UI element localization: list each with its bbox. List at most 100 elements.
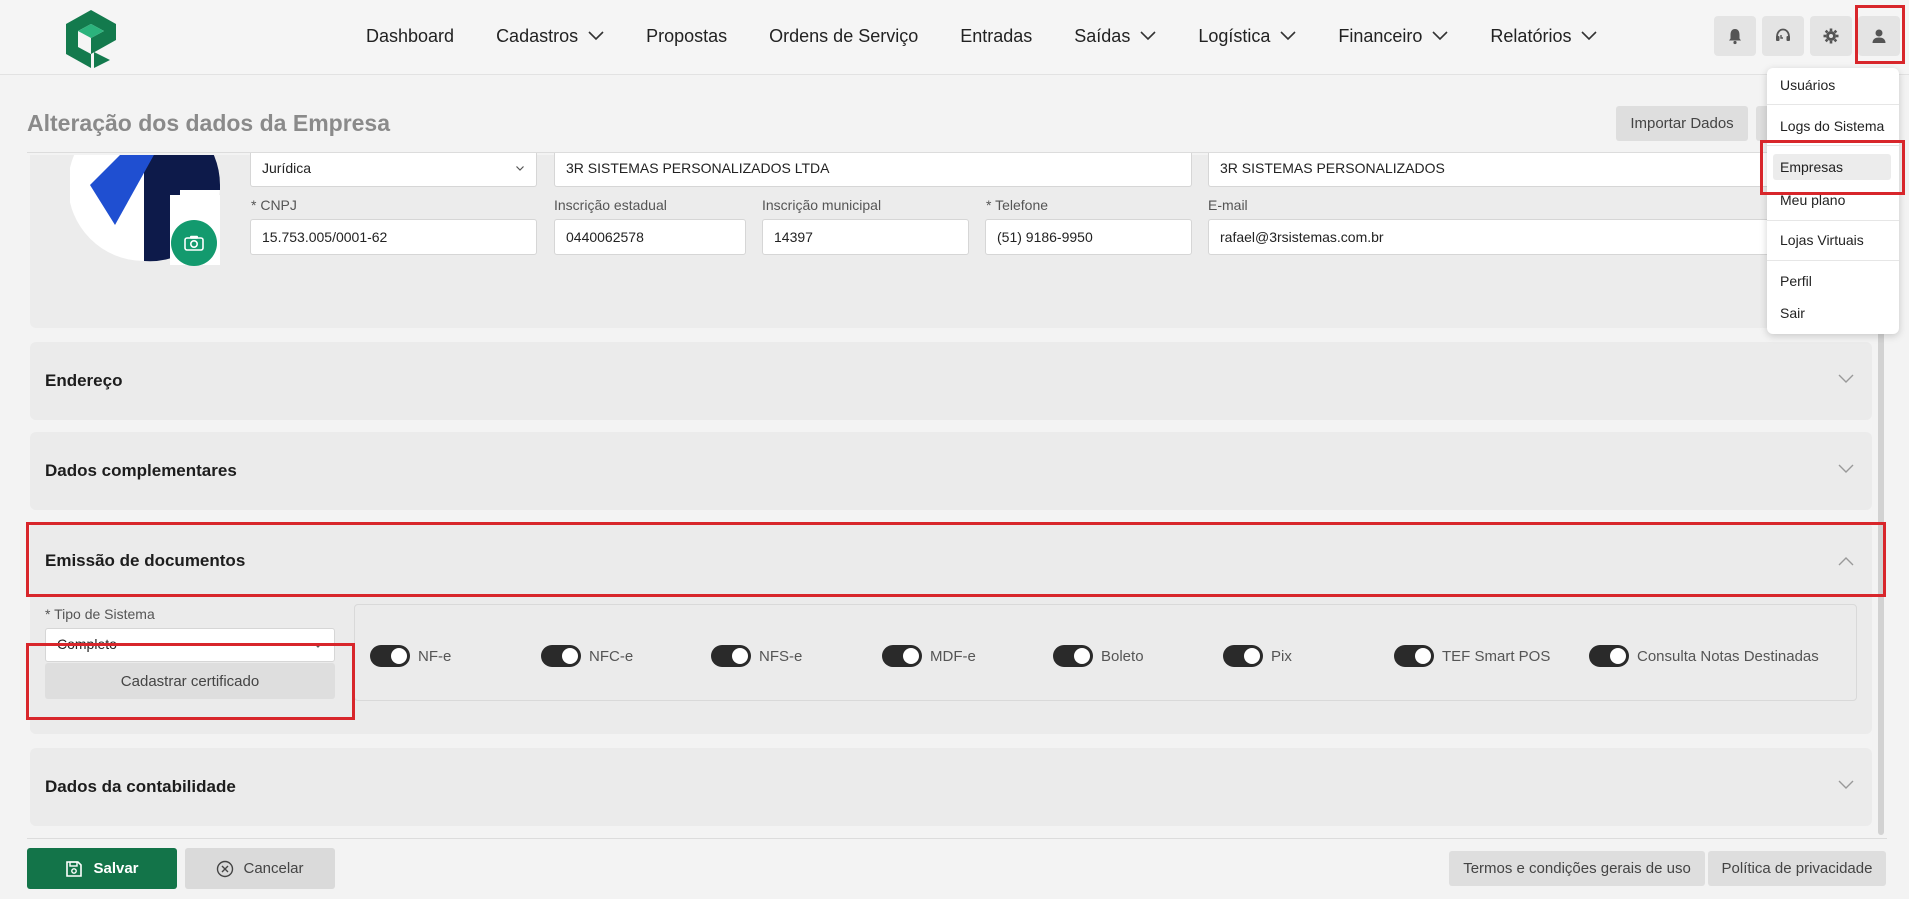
nav-dashboard[interactable]: Dashboard xyxy=(366,26,454,47)
menu-divider xyxy=(1767,260,1899,261)
menu-item-sair[interactable]: Sair xyxy=(1767,300,1899,326)
button-label: Cancelar xyxy=(243,860,304,877)
nav-relatorios[interactable]: Relatórios xyxy=(1490,26,1598,47)
accordion-dados-complementares[interactable]: Dados complementares xyxy=(30,432,1872,510)
company-logo[interactable] xyxy=(64,10,118,68)
menu-divider xyxy=(1767,145,1899,146)
switch-control[interactable] xyxy=(711,645,751,667)
chevron-down-icon xyxy=(588,31,604,41)
input-value: 14397 xyxy=(774,229,813,245)
cancel-button[interactable]: Cancelar xyxy=(185,848,335,889)
menu-item-usuarios[interactable]: Usuários xyxy=(1767,72,1899,98)
phone-input[interactable]: (51) 9186-9950 xyxy=(985,219,1192,255)
chevron-up-icon xyxy=(1838,557,1854,566)
razao-social-input[interactable]: 3R SISTEMAS PERSONALIZADOS LTDA xyxy=(554,153,1192,187)
change-photo-button[interactable] xyxy=(171,220,217,266)
save-icon xyxy=(66,860,83,877)
toggle-boleto[interactable]: Boleto xyxy=(1053,645,1144,667)
nav-saidas[interactable]: Saídas xyxy=(1074,26,1156,47)
toggle-nfse[interactable]: NFS-e xyxy=(711,645,802,667)
user-menu-button[interactable] xyxy=(1858,16,1900,56)
menu-item-perfil[interactable]: Perfil xyxy=(1767,268,1899,294)
toggle-label: Boleto xyxy=(1101,647,1144,665)
nav-logistica[interactable]: Logística xyxy=(1198,26,1296,47)
toggle-label: NFC-e xyxy=(589,647,634,665)
toggle-label: Consulta Notas Destinadas xyxy=(1637,647,1819,665)
toggle-label: Pix xyxy=(1271,647,1292,665)
switch-control[interactable] xyxy=(1394,645,1434,667)
chevron-down-icon xyxy=(1432,31,1448,41)
im-label: Inscrição municipal xyxy=(762,197,882,213)
accordion-endereco[interactable]: Endereço xyxy=(30,342,1872,420)
camera-icon xyxy=(184,235,204,251)
nav-label: Financeiro xyxy=(1338,25,1423,46)
nav-entradas[interactable]: Entradas xyxy=(960,26,1032,47)
toggle-label: TEF Smart POS xyxy=(1442,647,1551,665)
select-value: Jurídica xyxy=(262,160,312,176)
menu-item-lojas-virtuais[interactable]: Lojas Virtuais xyxy=(1767,227,1899,253)
switch-control[interactable] xyxy=(1223,645,1263,667)
im-input[interactable]: 14397 xyxy=(762,219,969,255)
input-value: 3R SISTEMAS PERSONALIZADOS LTDA xyxy=(566,160,830,176)
nav-label: Logística xyxy=(1198,25,1271,46)
section-title: Endereço xyxy=(45,371,123,390)
support-button[interactable] xyxy=(1762,16,1804,56)
toggle-consulta-notas[interactable]: Consulta Notas Destinadas xyxy=(1589,645,1819,667)
nav-cadastros[interactable]: Cadastros xyxy=(496,26,604,47)
accordion-dados-contabilidade[interactable]: Dados da contabilidade xyxy=(30,748,1872,826)
nav-propostas[interactable]: Propostas xyxy=(646,26,727,47)
settings-button[interactable] xyxy=(1810,16,1852,56)
privacy-link[interactable]: Política de privacidade xyxy=(1708,851,1886,886)
save-button[interactable]: Salvar xyxy=(27,848,177,889)
nav-label: Ordens de Serviço xyxy=(769,25,919,46)
switch-control[interactable] xyxy=(1053,645,1093,667)
input-value: (51) 9186-9950 xyxy=(997,229,1093,245)
toggle-nfe[interactable]: NF-e xyxy=(370,645,451,667)
toggle-label: NFS-e xyxy=(759,647,803,665)
nav-label: Propostas xyxy=(646,25,728,46)
section-title: Dados da contabilidade xyxy=(45,777,236,796)
menu-item-empresas[interactable]: Empresas xyxy=(1773,154,1891,180)
menu-item-meu-plano[interactable]: Meu plano xyxy=(1767,187,1899,213)
chevron-down-icon xyxy=(1581,31,1598,41)
chevron-down-icon xyxy=(1838,374,1854,383)
register-certificate-button[interactable]: Cadastrar certificado xyxy=(45,663,335,699)
system-type-label: * Tipo de Sistema xyxy=(45,606,155,622)
toggle-pix[interactable]: Pix xyxy=(1223,645,1292,667)
page-title: Alteração dos dados da Empresa xyxy=(27,110,391,136)
accordion-emissao-documentos[interactable]: Emissão de documentos xyxy=(30,522,1872,596)
button-label: Termos e condições gerais de uso xyxy=(1463,860,1691,877)
user-icon xyxy=(1872,29,1886,43)
switch-control[interactable] xyxy=(1589,645,1629,667)
switch-control[interactable] xyxy=(370,645,410,667)
menu-divider xyxy=(1767,220,1899,221)
button-label: Política de privacidade xyxy=(1721,860,1873,877)
email-label: E-mail xyxy=(1208,197,1248,213)
notifications-button[interactable] xyxy=(1714,16,1756,56)
main-menu: Dashboard Cadastros Propostas Ordens de … xyxy=(366,0,1639,72)
switch-control[interactable] xyxy=(541,645,581,667)
cnpj-label: * CNPJ xyxy=(251,197,297,213)
email-input[interactable]: rafael@3rsistemas.com.br xyxy=(1208,219,1774,255)
terms-link[interactable]: Termos e condições gerais de uso xyxy=(1449,851,1705,886)
toggle-nfce[interactable]: NFC-e xyxy=(541,645,633,667)
bell-icon xyxy=(1729,29,1741,45)
cnpj-input[interactable]: 15.753.005/0001-62 xyxy=(250,219,537,255)
switch-control[interactable] xyxy=(882,645,922,667)
toggle-mdfe[interactable]: MDF-e xyxy=(882,645,976,667)
menu-item-logs[interactable]: Logs do Sistema xyxy=(1767,113,1899,139)
toggle-tef-smart-pos[interactable]: TEF Smart POS xyxy=(1394,645,1550,667)
nav-label: Dashboard xyxy=(366,25,455,46)
ie-input[interactable]: 0440062578 xyxy=(554,219,746,255)
nav-financeiro[interactable]: Financeiro xyxy=(1338,26,1448,47)
import-data-button[interactable]: Importar Dados xyxy=(1616,106,1748,141)
nome-fantasia-input[interactable]: 3R SISTEMAS PERSONALIZADOS xyxy=(1208,153,1774,187)
chevron-down-icon xyxy=(1838,464,1854,473)
nav-ordens-servico[interactable]: Ordens de Serviço xyxy=(769,26,918,47)
person-type-select[interactable]: Jurídica xyxy=(250,153,537,187)
chevron-down-icon xyxy=(314,643,322,648)
system-type-select[interactable]: Completo xyxy=(45,628,335,662)
headset-icon xyxy=(1776,28,1790,41)
chevron-down-icon xyxy=(1140,31,1156,41)
gear-icon xyxy=(1823,28,1839,44)
